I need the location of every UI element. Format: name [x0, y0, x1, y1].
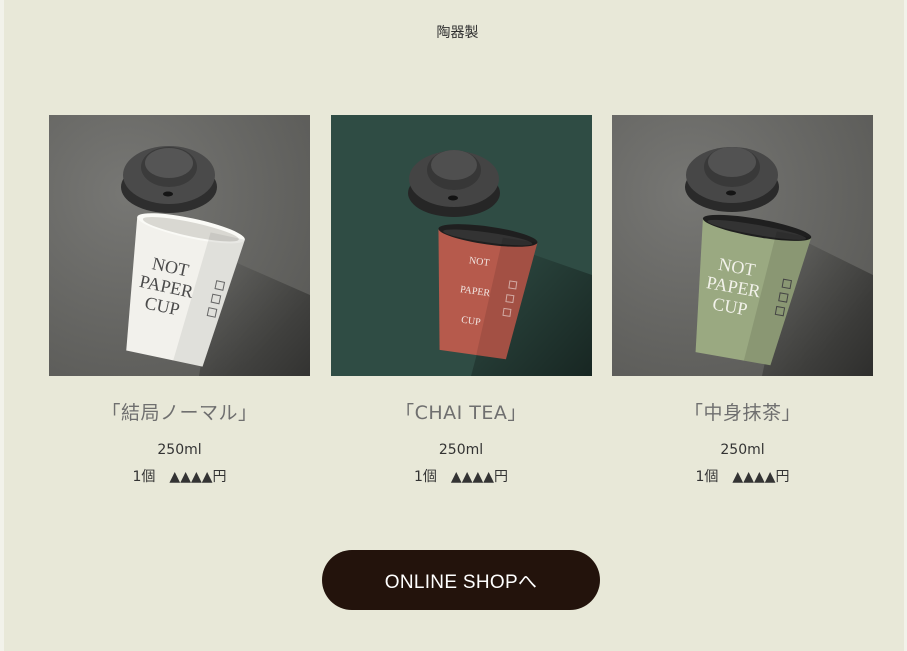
product-name: 「結局ノーマル」 — [101, 402, 258, 424]
product-name: 「中身抹茶」 — [683, 402, 801, 424]
product-quantity: 1個 — [414, 469, 437, 485]
product-card: NOT PAPER CUP 「CHAI TEA」 250ml 1個 ▲▲▲▲円 — [330, 115, 592, 486]
product-price-line: 1個 ▲▲▲▲円 — [331, 466, 592, 486]
product-price-line: 1個 ▲▲▲▲円 — [612, 466, 873, 486]
product-quantity: 1個 — [695, 469, 719, 485]
product-volume: 250ml — [157, 442, 202, 458]
product-name: 「CHAI TEA」 — [395, 402, 527, 424]
product-card: NOT PAPER CUP 「結局ノーマル」 250ml 1個 ▲▲▲▲円 — [49, 115, 310, 486]
product-image-chai-tea[interactable]: NOT PAPER CUP — [330, 115, 592, 376]
cup-lid-icon — [121, 146, 217, 213]
product-price: ▲▲▲▲円 — [732, 469, 790, 485]
material-label: 陶器製 — [436, 25, 479, 41]
product-volume: 250ml — [438, 442, 484, 458]
product-image-normal[interactable]: NOT PAPER CUP — [49, 115, 310, 376]
product-card: NOT PAPER CUP 「中身抹茶」 250ml 1個 ▲▲▲▲円 — [612, 115, 873, 486]
product-volume: 250ml — [720, 442, 765, 458]
page: 陶器製 NOT PAPER CUP 「結局ノーマル」 250ml 1個 ▲▲▲▲… — [0, 0, 907, 651]
product-price-line: 1個 ▲▲▲▲円 — [49, 466, 310, 486]
product-price: ▲▲▲▲円 — [169, 469, 227, 485]
product-price: ▲▲▲▲円 — [450, 469, 508, 485]
cup-lid-icon — [685, 147, 779, 212]
product-list: NOT PAPER CUP 「結局ノーマル」 250ml 1個 ▲▲▲▲円 NO… — [49, 115, 873, 486]
cup-lid-icon — [407, 150, 500, 217]
product-quantity: 1個 — [132, 469, 156, 485]
online-shop-button[interactable]: ONLINE SHOPへ — [322, 550, 600, 610]
product-image-matcha[interactable]: NOT PAPER CUP — [612, 115, 873, 376]
